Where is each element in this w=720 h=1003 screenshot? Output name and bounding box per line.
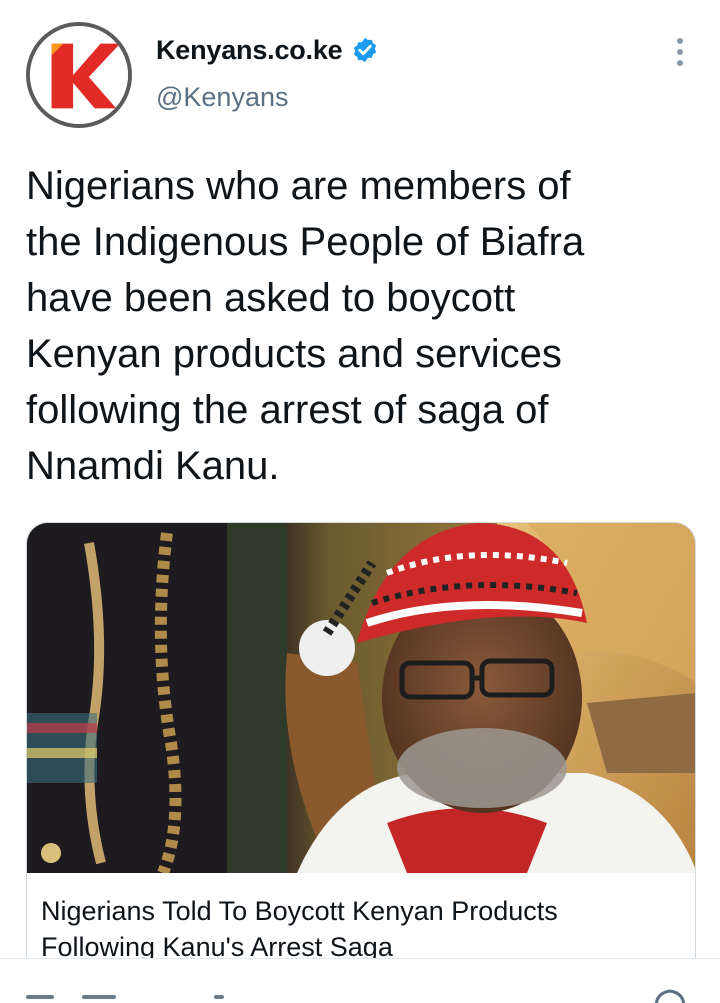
more-dot <box>677 38 683 44</box>
avatar[interactable] <box>26 22 132 128</box>
more-dot <box>677 49 683 55</box>
retweet-count-fragment <box>82 995 116 999</box>
reply-count-fragment <box>26 995 54 999</box>
like-count-fragment <box>214 995 224 999</box>
display-name[interactable]: Kenyans.co.ke <box>156 35 343 66</box>
more-dot <box>677 60 683 66</box>
more-options-icon[interactable] <box>666 36 694 68</box>
card-title[interactable]: Nigerians Told To Boycott Kenyan Product… <box>41 893 681 965</box>
tweet[interactable]: Kenyans.co.ke @Kenyans Nigerians who are… <box>0 0 720 1003</box>
share-icon[interactable] <box>650 987 690 1003</box>
kenyans-k-logo-icon <box>30 26 128 124</box>
action-bar <box>0 958 720 1003</box>
link-card[interactable]: Nigerians Told To Boycott Kenyan Product… <box>26 522 696 982</box>
name-row[interactable]: Kenyans.co.ke <box>156 30 379 70</box>
tweet-text: Nigerians who are members of the Indigen… <box>26 164 585 488</box>
verified-badge-icon <box>351 36 379 64</box>
handle[interactable]: @Kenyans <box>156 82 288 113</box>
article-photo[interactable] <box>27 523 695 873</box>
